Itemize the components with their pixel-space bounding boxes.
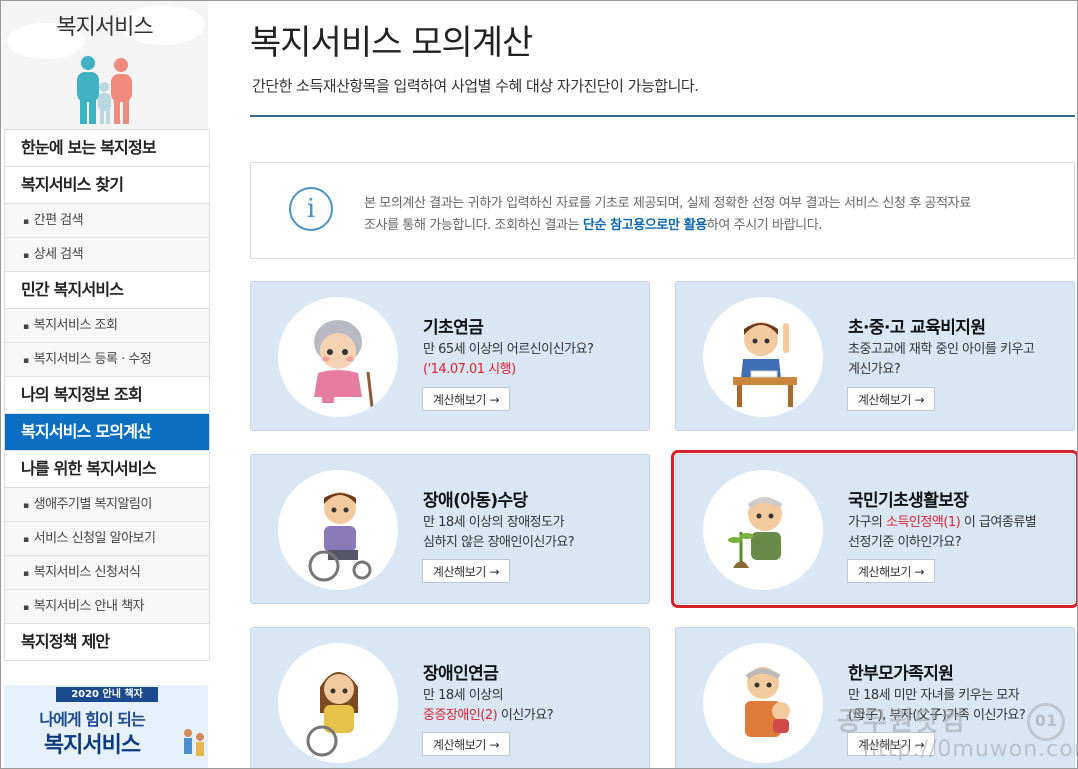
card-desc-line: 이신가요? xyxy=(497,708,554,723)
calculate-button[interactable]: 계산해보기 → xyxy=(422,387,510,411)
sidebar-item-my-welfare[interactable]: 나의 복지정보 조회 xyxy=(5,377,209,414)
card-title: 장애(아동)수당 xyxy=(423,491,528,511)
sidebar-header: 복지서비스 xyxy=(1,1,208,129)
card-title: 장애인연금 xyxy=(423,664,499,684)
sidebar-subitem-apply-form[interactable]: ▪ 복지서비스 신청서식 xyxy=(5,556,209,590)
elderly-woman-illustration xyxy=(278,297,398,417)
calculate-button[interactable]: 계산해보기 → xyxy=(847,559,935,583)
student-illustration xyxy=(703,297,823,417)
banner-line2: 복지서비스 xyxy=(43,733,141,758)
calculate-button[interactable]: 계산해보기 → xyxy=(847,387,935,411)
card-description: 만 18세 이상의 장애정도가 심하지 않은 장애인이신가요? xyxy=(423,513,643,553)
bullet-icon: ▪ xyxy=(23,217,29,227)
card-desc-line: 심하지 않은 장애인이신가요? xyxy=(423,535,575,550)
card-basic-pension: 기초연금 만 65세 이상의 어르신이신가요? ('14.07.01 시행) 계… xyxy=(250,281,650,431)
card-title: 기초연금 xyxy=(423,318,484,338)
notice-text: 본 모의계산 결과는 귀하가 입력하신 자료를 기초로 제공되며, 실제 정확한… xyxy=(364,193,1054,237)
sidebar-subitem-guidebook[interactable]: ▪ 복지서비스 안내 책자 xyxy=(5,590,209,624)
sidebar-subitem-label: 복지서비스 조회 xyxy=(33,318,118,333)
card-desc-line: 초중고교에 재학 중인 아이를 키우고 xyxy=(848,342,1035,357)
sidebar-subitem-service-register[interactable]: ▪ 복지서비스 등록 · 수정 xyxy=(5,343,209,377)
people-illustration-icon xyxy=(184,729,204,756)
sidebar-item-for-me[interactable]: 나를 위한 복지서비스 xyxy=(5,451,209,488)
card-desc-line: 선정기준 이하인가요? xyxy=(848,535,962,550)
sidebar-subitem-label: 간편 검색 xyxy=(33,213,84,228)
sidebar-subitem-label: 상세 검색 xyxy=(33,247,84,262)
sidebar-subitem-service-lookup[interactable]: ▪ 복지서비스 조회 xyxy=(5,309,209,343)
banner-tag: 2020 안내 책자 xyxy=(56,687,158,702)
grandfather-child-illustration xyxy=(703,643,823,763)
sidebar-item-overview[interactable]: 한눈에 보는 복지정보 xyxy=(5,130,209,167)
calculate-button[interactable]: 계산해보기 → xyxy=(422,732,510,756)
bullet-icon: ▪ xyxy=(23,501,29,511)
sidebar-subitem-simple-search[interactable]: ▪ 간편 검색 xyxy=(5,204,209,238)
sidebar-subitem-apply-date[interactable]: ▪ 서비스 신청일 알아보기 xyxy=(5,522,209,556)
bullet-icon: ▪ xyxy=(23,569,29,579)
sidebar-subitem-label: 복지서비스 안내 책자 xyxy=(33,599,145,614)
card-basic-livelihood: 국민기초생활보장 가구의 소득인정액(1) 이 급여종류별 선정기준 이하인가요… xyxy=(671,450,1077,608)
info-icon: i xyxy=(289,187,333,231)
watermark-text: 공무원닷컴 xyxy=(837,707,967,737)
sidebar-item-simulation[interactable]: 복지서비스 모의계산 xyxy=(5,414,209,451)
sidebar-menu: 한눈에 보는 복지정보 복지서비스 찾기 ▪ 간편 검색 ▪ 상세 검색 민간 복지… xyxy=(4,129,210,661)
calculate-button[interactable]: 계산해보기 → xyxy=(422,559,510,583)
sidebar-subitem-label: 서비스 신청일 알아보기 xyxy=(33,531,156,546)
title-divider xyxy=(250,115,1075,117)
card-disability-pension: 장애인연금 만 18세 이상의 중증장애인(2) 이신가요? 계산해보기 → xyxy=(250,627,650,768)
bullet-icon: ▪ xyxy=(23,251,29,261)
card-desc-line: 만 65세 이상의 어르신이신가요? xyxy=(423,342,594,357)
notice-emphasis: 단순 참고용으로만 활용 xyxy=(582,218,707,233)
card-desc-highlight: 중증장애인(2) xyxy=(423,708,498,723)
notice-line2-pre: 조사를 통해 가능합니다. 조회하신 결과는 xyxy=(364,218,583,233)
wheelchair-woman-illustration xyxy=(278,643,398,763)
card-desc-line: 만 18세 이상의 장애정도가 xyxy=(423,515,565,530)
notice-line2-post: 하여 주시기 바랍니다. xyxy=(706,218,823,233)
card-disability-allowance: 장애(아동)수당 만 18세 이상의 장애정도가 심하지 않은 장애인이신가요?… xyxy=(250,454,650,604)
card-description: 가구의 소득인정액(1) 이 급여종류별 선정기준 이하인가요? xyxy=(848,513,1068,553)
browser-frame: 복지서비스 한눈에 보는 복지정보 복지서비스 찾기 ▪ 간편 검색 ▪ 상세 검색 xyxy=(0,0,1078,769)
card-desc-line: 만 18세 이상의 xyxy=(423,688,504,703)
sidebar: 복지서비스 한눈에 보는 복지정보 복지서비스 찾기 ▪ 간편 검색 ▪ 상세 검색 xyxy=(1,1,210,768)
notice-line1: 본 모의계산 결과는 귀하가 입력하신 자료를 기초로 제공되며, 실제 정확한… xyxy=(364,196,971,211)
notice-box: i 본 모의계산 결과는 귀하가 입력하신 자료를 기초로 제공되며, 실제 정… xyxy=(250,162,1075,259)
page-title: 복지서비스 모의계산 xyxy=(250,23,533,63)
bullet-icon: ▪ xyxy=(23,535,29,545)
sidebar-title: 복지서비스 xyxy=(56,15,153,40)
sidebar-item-find-service[interactable]: 복지서비스 찾기 xyxy=(5,167,209,204)
bullet-icon: ▪ xyxy=(23,322,29,332)
sidebar-subitem-label: 복지서비스 등록 · 수정 xyxy=(33,352,152,367)
guidebook-banner[interactable]: 2020 안내 책자 나에게 힘이 되는 복지서비스 xyxy=(4,685,208,768)
card-title: 초·중·고 교육비지원 xyxy=(848,318,986,338)
card-desc-highlight: ('14.07.01 시행) xyxy=(423,362,516,377)
sidebar-item-policy-proposal[interactable]: 복지정책 제안 xyxy=(5,624,209,661)
card-description: 초중고교에 재학 중인 아이를 키우고 계신가요? xyxy=(848,340,1068,380)
card-desc-line: 가구의 xyxy=(848,515,887,530)
sidebar-subitem-lifecycle-alert[interactable]: ▪ 생애주기별 복지알림이 xyxy=(5,488,209,522)
bullet-icon: ▪ xyxy=(23,356,29,366)
card-title: 국민기초생활보장 xyxy=(848,491,969,511)
sidebar-subitem-label: 복지서비스 신청서식 xyxy=(33,565,141,580)
card-description: 만 18세 이상의 중증장애인(2) 이신가요? xyxy=(423,686,643,726)
page-subtitle: 간단한 소득재산항목을 입력하여 사업별 수혜 대상 자가진단이 가능합니다. xyxy=(252,77,699,95)
card-desc-line: 이 급여종류별 xyxy=(960,515,1037,530)
card-title: 한부모가족지원 xyxy=(848,664,954,684)
card-desc-line: 계신가요? xyxy=(848,362,901,377)
sidebar-subitem-detail-search[interactable]: ▪ 상세 검색 xyxy=(5,238,209,272)
wheelchair-man-illustration xyxy=(278,470,398,590)
family-icon xyxy=(77,56,132,124)
card-education-support: 초·중·고 교육비지원 초중고교에 재학 중인 아이를 키우고 계신가요? 계산… xyxy=(675,281,1075,431)
sidebar-item-private-service[interactable]: 민간 복지서비스 xyxy=(5,272,209,309)
bullet-icon: ▪ xyxy=(23,603,29,613)
watermark-badge: 01 xyxy=(1027,703,1065,741)
card-desc-highlight: 소득인정액(1) xyxy=(886,515,961,530)
elderly-man-planting-illustration xyxy=(703,470,823,590)
card-description: 만 65세 이상의 어르신이신가요? ('14.07.01 시행) xyxy=(423,340,643,380)
sidebar-subitem-label: 생애주기별 복지알림이 xyxy=(33,497,153,512)
